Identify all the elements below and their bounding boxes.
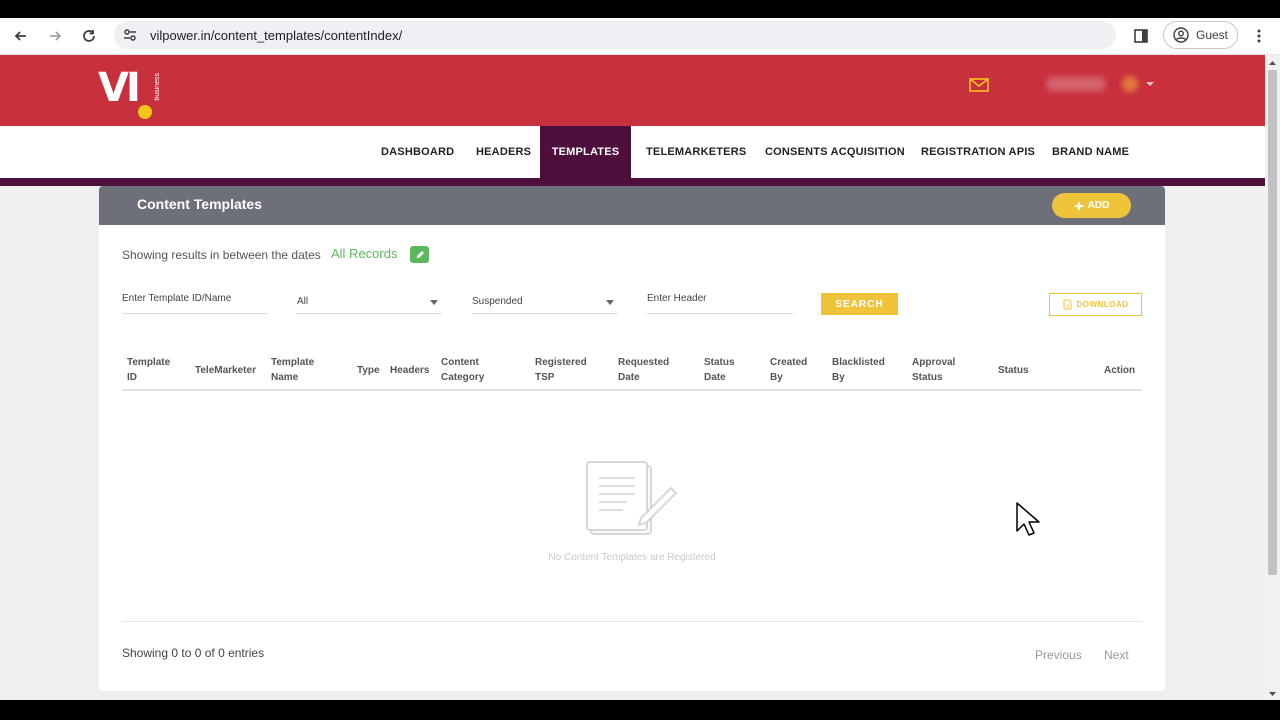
col-action[interactable]: Action [1104, 349, 1135, 391]
scrollbar-thumb[interactable] [1268, 70, 1277, 575]
add-button[interactable]: ADD [1052, 193, 1131, 218]
chevron-down-icon [606, 300, 614, 305]
page-title: Content Templates [137, 196, 262, 212]
col-template-name[interactable]: Template Name [271, 349, 314, 391]
search-button[interactable]: SEARCH [821, 293, 898, 315]
main-nav: DASHBOARD HEADERS TEMPLATES TELEMARKETER… [0, 126, 1265, 186]
address-bar[interactable]: vilpower.in/content_templates/contentInd… [114, 21, 1116, 49]
card-header: Content Templates ADD [99, 186, 1165, 225]
col-template-id[interactable]: Template ID [127, 349, 170, 391]
document-icon [1063, 299, 1071, 310]
mail-icon[interactable] [969, 78, 989, 97]
content-templates-card: Content Templates ADD Showing results in… [99, 186, 1165, 691]
nav-templates[interactable]: TEMPLATES [540, 126, 631, 178]
table-divider [122, 621, 1142, 622]
col-telemarketer[interactable]: TeleMarketer [195, 349, 256, 391]
forward-arrow-icon[interactable] [43, 24, 67, 48]
col-blacklisted-by[interactable]: Blacklisted By [832, 349, 885, 391]
site-settings-icon[interactable] [122, 27, 138, 48]
more-menu-icon[interactable] [1247, 24, 1271, 48]
date-range-value[interactable]: All Records [331, 246, 397, 261]
col-status-date[interactable]: Status Date [704, 349, 735, 391]
col-status[interactable]: Status [998, 349, 1029, 391]
nav-dashboard[interactable]: DASHBOARD [381, 126, 454, 178]
plus-icon [1074, 201, 1083, 210]
vi-logo[interactable]: VI business [98, 65, 168, 119]
type-select[interactable]: All [297, 288, 442, 314]
screen-top-bezel [0, 0, 1280, 18]
template-id-input[interactable]: Enter Template ID/Name [122, 288, 268, 314]
reload-icon[interactable] [77, 24, 101, 48]
status-select[interactable]: Suspended [472, 288, 618, 314]
brand-header: VI business [0, 55, 1265, 126]
col-approval-status[interactable]: Approval Status [912, 349, 955, 391]
nav-underline [0, 178, 1265, 186]
next-button[interactable]: Next [1104, 648, 1129, 662]
account-icon [1173, 27, 1189, 43]
edit-dates-button[interactable] [410, 246, 429, 263]
page-content: VI business DASHBOARD HEADERS TEMPLATES … [0, 55, 1265, 700]
empty-document-icon [585, 460, 679, 541]
chevron-down-icon [430, 300, 438, 305]
download-button[interactable]: DOWNLOAD [1049, 293, 1142, 316]
col-type[interactable]: Type [357, 349, 380, 391]
profile-button[interactable]: Guest [1163, 21, 1238, 49]
empty-state-message: No Content Templates are Registered [548, 552, 716, 563]
nav-registration-apis[interactable]: REGISTRATION APIS [921, 126, 1035, 178]
col-content-category[interactable]: Content Category [441, 349, 484, 391]
browser-toolbar: vilpower.in/content_templates/contentInd… [0, 18, 1280, 55]
user-name-blurred[interactable] [1046, 77, 1106, 91]
table-header: Template ID TeleMarketer Template Name Typ… [122, 349, 1142, 391]
col-headers[interactable]: Headers [390, 349, 429, 391]
add-label: ADD [1087, 200, 1110, 211]
dates-description: Showing results in between the dates [122, 248, 321, 262]
nav-telemarketers[interactable]: TELEMARKETERS [646, 126, 746, 178]
avatar[interactable] [1122, 76, 1138, 92]
nav-headers[interactable]: HEADERS [476, 126, 531, 178]
scroll-up-icon[interactable] [1265, 57, 1280, 69]
nav-consents-acquisition[interactable]: CONSENTS ACQUISITION [765, 126, 905, 178]
col-registered-tsp[interactable]: Registered TSP [535, 349, 587, 391]
nav-brand-name[interactable]: BRAND NAME [1052, 126, 1129, 178]
user-menu-caret-icon[interactable] [1146, 82, 1154, 86]
screen-bottom-bezel [0, 700, 1280, 720]
profile-label: Guest [1196, 28, 1229, 42]
entries-info: Showing 0 to 0 of 0 entries [122, 646, 265, 660]
back-arrow-icon[interactable] [9, 24, 33, 48]
col-requested-date[interactable]: Requested Date [618, 349, 669, 391]
scroll-down-icon[interactable] [1265, 688, 1280, 700]
url-text: vilpower.in/content_templates/contentInd… [150, 28, 403, 43]
previous-button[interactable]: Previous [1035, 648, 1082, 662]
side-panel-icon[interactable] [1129, 24, 1153, 48]
col-created-by[interactable]: Created By [770, 349, 807, 391]
header-input[interactable]: Enter Header [647, 288, 793, 314]
pencil-icon [416, 250, 424, 258]
mouse-cursor-icon [1015, 501, 1041, 542]
page-scrollbar[interactable] [1265, 55, 1280, 700]
